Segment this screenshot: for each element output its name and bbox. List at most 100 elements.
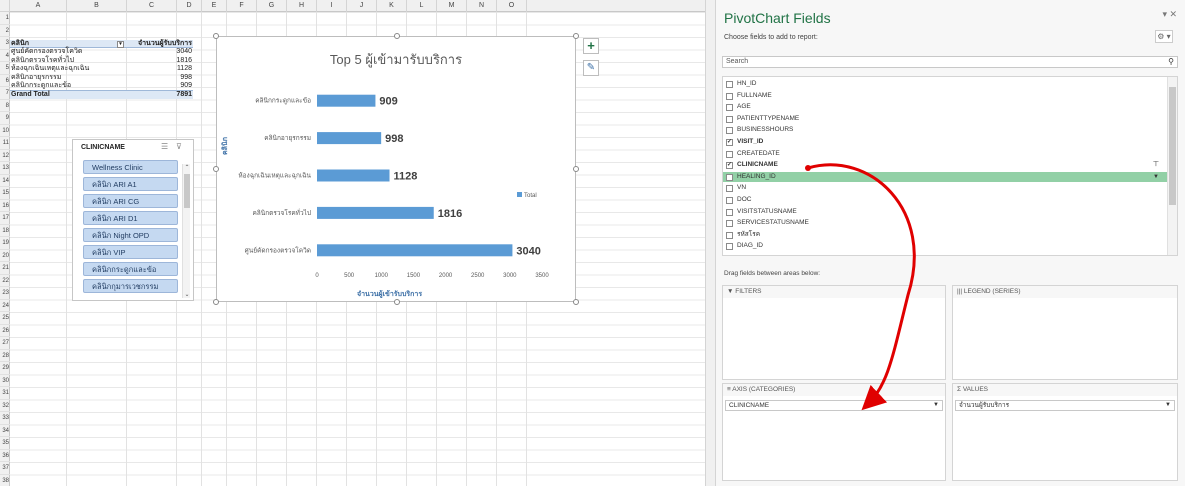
field-item[interactable]: PATIENTTYPENAME [723, 114, 1167, 124]
column-headers[interactable]: ABCDEFGHIJKLMNO [10, 0, 705, 12]
slicer-item[interactable]: คลินิกกระดูกและข้อ [83, 262, 178, 276]
chart-styles-brush-icon[interactable]: ✎ [583, 60, 599, 76]
row-header[interactable]: 16 [0, 200, 10, 212]
column-header[interactable]: J [347, 0, 377, 12]
row-header[interactable]: 22 [0, 275, 10, 287]
field-item[interactable]: HN_ID [723, 79, 1167, 89]
row-header[interactable]: 17 [0, 212, 10, 225]
field-item[interactable]: DOC [723, 195, 1167, 205]
pivot-row[interactable]: ห้องฉุกเฉินเหตุและฉุกเฉิน 1128 [10, 65, 193, 73]
row-header[interactable]: 34 [0, 425, 10, 437]
row-header[interactable]: 13 [0, 162, 10, 175]
pane-close-icon[interactable]: ▾ ✕ [1162, 9, 1177, 20]
sheet-vertical-scrollbar[interactable] [705, 0, 715, 486]
row-header[interactable]: 33 [0, 412, 10, 425]
column-header[interactable]: F [227, 0, 257, 12]
scroll-up-icon[interactable]: ⌃ [183, 164, 191, 171]
chart-elements-button[interactable]: + [583, 38, 599, 54]
row-header[interactable]: 32 [0, 400, 10, 412]
field-item[interactable]: BUSINESSHOURS [723, 125, 1167, 135]
field-checkbox[interactable] [726, 115, 733, 123]
scroll-down-icon[interactable]: ⌄ [183, 291, 191, 298]
field-list-scrollbar[interactable] [1167, 77, 1177, 255]
spreadsheet[interactable]: ABCDEFGHIJKLMNO 1 2 3 4 5 6 7 8 9 10 11 12 13 14 15 16 1… [0, 0, 705, 486]
chart-legend[interactable]: Total [517, 192, 537, 199]
chart-plot-area[interactable]: คลินิกกระดูกและข้อ 909 คลินิกอายุรกรรม 998 ห… [217, 37, 577, 303]
chart-bar[interactable] [317, 94, 376, 107]
row-header[interactable]: 9 [0, 112, 10, 125]
field-item[interactable]: AGE [723, 102, 1167, 112]
row-header[interactable]: 26 [0, 325, 10, 337]
row-header[interactable]: 30 [0, 375, 10, 387]
values-field-pill[interactable]: จำนวนผู้รับบริการ ▼ [955, 400, 1175, 411]
field-checkbox[interactable] [726, 208, 733, 216]
data-label[interactable]: 1816 [438, 208, 462, 220]
row-header[interactable]: 5 [0, 62, 10, 75]
column-header[interactable]: N [467, 0, 497, 12]
field-item[interactable]: SERVICESTATUSNAME [723, 218, 1167, 228]
axis-field-pill[interactable]: CLINICNAME ▼ [725, 400, 943, 411]
pivot-chart[interactable]: Top 5 ผู้เข้ามารับบริการ คลินิกกระดูกและ… [213, 33, 579, 305]
slicer-item[interactable]: คลินิก ARI A1 [83, 177, 178, 191]
slicer-item[interactable]: คลินิกกุมารเวชกรรม [83, 279, 178, 293]
clinicname-slicer[interactable]: CLINICNAME ☰ ⊽ Wellness Clinic คลินิก AR… [72, 139, 194, 301]
slicer-item[interactable]: คลินิก ARI D1 [83, 211, 178, 225]
row-header[interactable]: 12 [0, 150, 10, 162]
row-header[interactable]: 4 [0, 50, 10, 62]
field-checkbox[interactable] [726, 243, 733, 251]
row-header[interactable]: 25 [0, 312, 10, 325]
pivot-row[interactable]: คลินิกตรวจโรคทั่วไป 1816 [10, 57, 193, 65]
data-label[interactable]: 1128 [394, 171, 418, 183]
field-item[interactable]: HEALING_ID ▼ [723, 171, 1167, 182]
row-header[interactable]: 27 [0, 337, 10, 350]
field-list[interactable]: HN_ID FULLNAME AGE PATIENTTYPENAME BUSINESSH… [722, 76, 1178, 256]
column-header[interactable]: O [497, 0, 527, 12]
field-checkbox[interactable] [726, 197, 733, 204]
pivot-total-row[interactable]: Grand Total 7891 [10, 90, 193, 99]
pivot-row[interactable]: คลินิกกระดูกและข้อ 909 [10, 82, 193, 90]
slicer-item[interactable]: คลินิก VIP [83, 245, 178, 259]
slicer-item[interactable]: Wellness Clinic [83, 160, 178, 174]
row-header[interactable]: 6 [0, 75, 10, 87]
row-header[interactable]: 38 [0, 475, 10, 486]
chart-bar[interactable] [317, 169, 390, 182]
row-header[interactable]: 28 [0, 350, 10, 362]
data-label[interactable]: 998 [385, 133, 403, 145]
column-header[interactable]: I [317, 0, 347, 12]
row-header[interactable]: 36 [0, 450, 10, 462]
chart-bar[interactable] [317, 132, 382, 145]
row-header[interactable]: 21 [0, 262, 10, 275]
field-checkbox[interactable] [726, 173, 733, 181]
column-header[interactable]: H [287, 0, 317, 12]
field-checkbox[interactable] [726, 127, 733, 135]
row-header[interactable]: 7 [0, 87, 10, 100]
field-dropdown-icon[interactable]: ▼ [1153, 172, 1159, 182]
column-header[interactable]: B [67, 0, 127, 12]
clear-filter-icon[interactable]: ⊽ [176, 142, 182, 151]
column-header[interactable]: K [377, 0, 407, 12]
pivot-row[interactable]: ศูนย์คัดกรองตรวจโควิด 3040 [10, 48, 193, 56]
row-header[interactable]: 31 [0, 387, 10, 400]
field-checkbox[interactable]: ✓ [726, 162, 733, 170]
field-checkbox[interactable] [726, 81, 733, 88]
column-header[interactable]: G [257, 0, 287, 12]
column-header[interactable]: C [127, 0, 177, 12]
chart-bar[interactable] [317, 244, 513, 257]
row-header[interactable]: 10 [0, 125, 10, 137]
row-header[interactable]: 24 [0, 300, 10, 312]
field-checkbox[interactable] [726, 150, 733, 158]
field-item[interactable]: ✓ VISIT_ID [723, 137, 1167, 147]
column-header[interactable]: E [202, 0, 227, 12]
pivotchart-fields-pane[interactable]: PivotChart Fields ▾ ✕ Choose fields to a… [715, 0, 1185, 486]
field-checkbox[interactable] [726, 104, 733, 112]
row-header[interactable]: 35 [0, 437, 10, 450]
row-header[interactable]: 18 [0, 225, 10, 237]
row-header[interactable]: 29 [0, 362, 10, 375]
column-header[interactable]: A [10, 0, 67, 12]
x-axis-title[interactable]: จำนวนผู้เข้ารับบริการ [357, 289, 422, 300]
row-header[interactable]: 2 [0, 25, 10, 37]
data-label[interactable]: 909 [379, 96, 397, 108]
field-item[interactable]: รหัสโรค [723, 230, 1167, 240]
field-item[interactable]: FULLNAME [723, 91, 1167, 101]
row-header[interactable]: 37 [0, 462, 10, 475]
